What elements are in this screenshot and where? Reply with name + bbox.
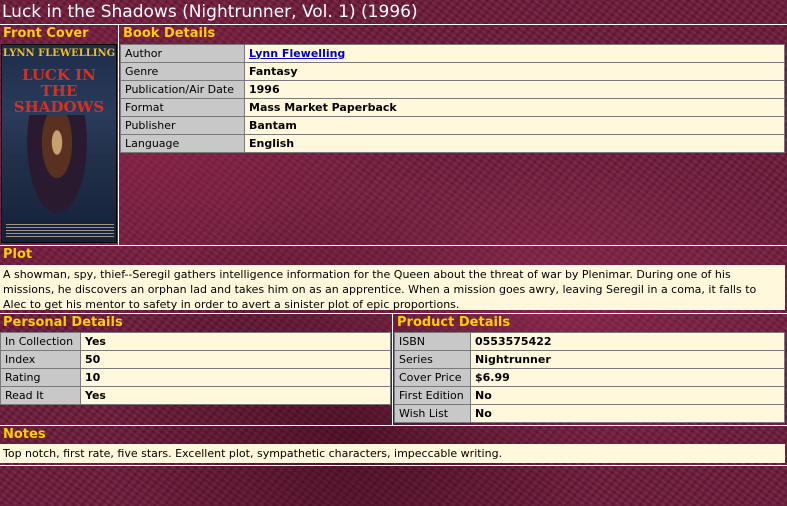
front-cover-image[interactable]: LYNN FLEWELLING LUCK IN THE SHADOWS <box>1 44 117 243</box>
format-label: Format <box>120 98 245 117</box>
book-details-table: Author Lynn Flewelling Genre Fantasy Pub… <box>120 44 785 153</box>
table-row: Wish List No <box>394 404 785 423</box>
in-collection-label: In Collection <box>0 332 81 351</box>
divider <box>118 25 119 245</box>
rating-value: 10 <box>80 368 391 387</box>
author-value: Lynn Flewelling <box>244 44 785 63</box>
read-it-value: Yes <box>80 386 391 405</box>
table-row: First Edition No <box>394 386 785 405</box>
wish-list-label: Wish List <box>394 404 471 423</box>
table-row: Publisher Bantam <box>120 116 785 135</box>
cover-price-label: Cover Price <box>394 368 471 387</box>
isbn-value: 0553575422 <box>470 332 785 351</box>
first-edition-value: No <box>470 386 785 405</box>
plot-text: A showman, spy, thief--Seregil gathers i… <box>0 265 785 311</box>
publisher-label: Publisher <box>120 116 245 135</box>
publication-date-value: 1996 <box>244 80 785 99</box>
table-row: Language English <box>120 134 785 153</box>
language-value: English <box>244 134 785 153</box>
table-row: Format Mass Market Paperback <box>120 98 785 117</box>
first-edition-label: First Edition <box>394 386 471 405</box>
index-label: Index <box>0 350 81 369</box>
table-row: Author Lynn Flewelling <box>120 44 785 63</box>
table-row: Genre Fantasy <box>120 62 785 81</box>
publisher-value: Bantam <box>244 116 785 135</box>
in-collection-value: Yes <box>80 332 391 351</box>
wish-list-value: No <box>470 404 785 423</box>
plot-header: Plot <box>3 247 33 262</box>
divider <box>0 465 787 466</box>
series-label: Series <box>394 350 471 369</box>
cover-title-text: LUCK IN THE SHADOWS <box>13 66 105 116</box>
genre-value: Fantasy <box>244 62 785 81</box>
language-label: Language <box>120 134 245 153</box>
cover-blurb <box>6 224 114 238</box>
personal-details-header: Personal Details <box>3 315 123 330</box>
table-row: Index 50 <box>0 350 391 369</box>
divider <box>392 314 393 425</box>
author-label: Author <box>120 44 245 63</box>
genre-label: Genre <box>120 62 245 81</box>
isbn-label: ISBN <box>394 332 471 351</box>
read-it-label: Read It <box>0 386 81 405</box>
cover-author-text: LYNN FLEWELLING <box>2 48 116 59</box>
notes-header: Notes <box>3 427 46 442</box>
personal-details-table: In Collection Yes Index 50 Rating 10 Rea… <box>0 332 391 405</box>
table-row: Series Nightrunner <box>394 350 785 369</box>
notes-text: Top notch, first rate, five stars. Excel… <box>0 444 785 463</box>
table-row: Cover Price $6.99 <box>394 368 785 387</box>
table-row: Rating 10 <box>0 368 391 387</box>
publication-date-label: Publication/Air Date <box>120 80 245 99</box>
product-details-table: ISBN 0553575422 Series Nightrunner Cover… <box>394 332 785 423</box>
table-row: In Collection Yes <box>0 332 391 351</box>
cover-price-value: $6.99 <box>470 368 785 387</box>
book-details-header: Book Details <box>123 26 216 41</box>
author-link[interactable]: Lynn Flewelling <box>249 47 345 60</box>
product-details-header: Product Details <box>397 315 511 330</box>
cover-figure-illustration <box>22 115 92 225</box>
rating-label: Rating <box>0 368 81 387</box>
table-row: ISBN 0553575422 <box>394 332 785 351</box>
index-value: 50 <box>80 350 391 369</box>
series-value: Nightrunner <box>470 350 785 369</box>
front-cover-header: Front Cover <box>3 26 89 41</box>
table-row: Read It Yes <box>0 386 391 405</box>
page-title: Luck in the Shadows (Nightrunner, Vol. 1… <box>2 2 418 22</box>
format-value: Mass Market Paperback <box>244 98 785 117</box>
table-row: Publication/Air Date 1996 <box>120 80 785 99</box>
